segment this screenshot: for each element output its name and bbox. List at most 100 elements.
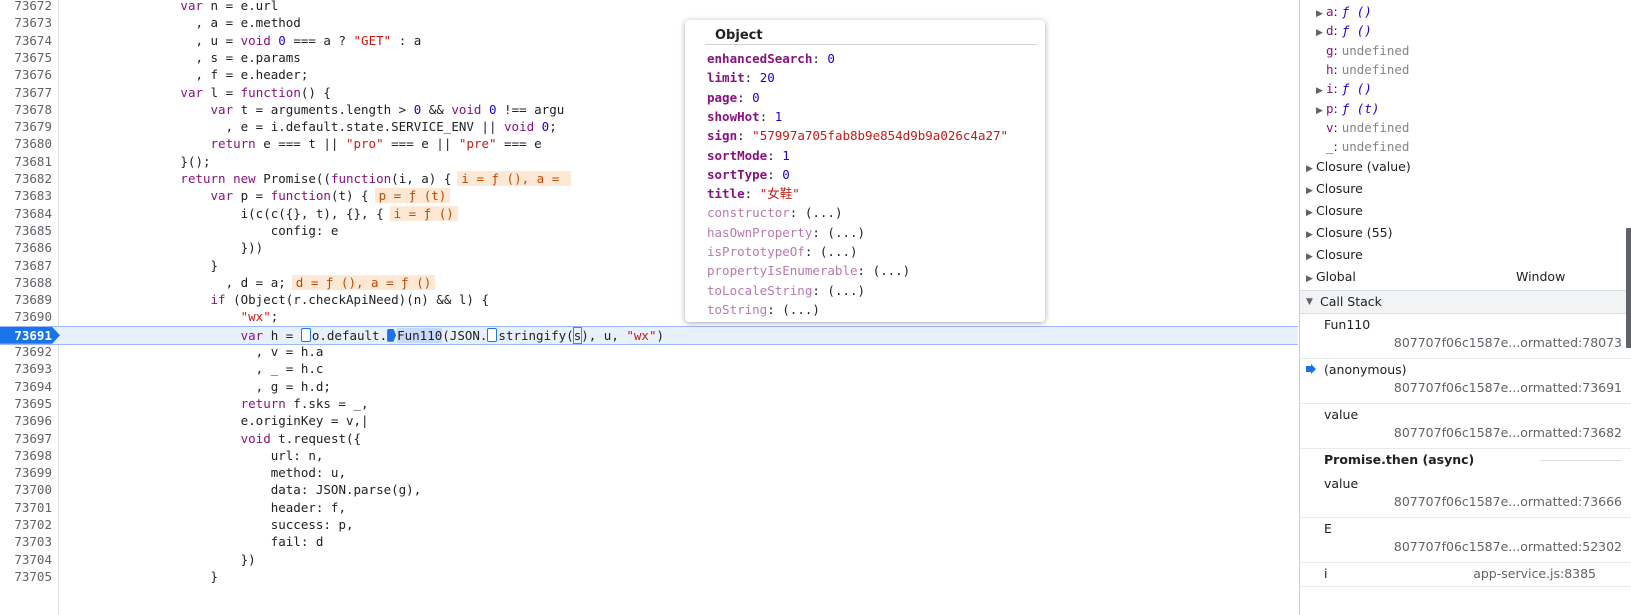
closure-scope[interactable]: ▶ Closure bbox=[1306, 179, 1363, 198]
line-number[interactable]: 73690 bbox=[0, 308, 52, 325]
code-line[interactable]: 73690 "wx"; bbox=[0, 308, 1298, 325]
line-number[interactable]: 73674 bbox=[0, 32, 52, 49]
popover-property[interactable]: page: 0 bbox=[707, 88, 760, 107]
closure-scope[interactable]: ▶ Closure (value) bbox=[1306, 157, 1411, 176]
code-line[interactable]: 73681 }(); bbox=[0, 153, 1298, 170]
closure-scope[interactable]: ▶ Closure bbox=[1306, 201, 1363, 220]
expand-triangle-icon[interactable]: ▶ bbox=[1306, 270, 1316, 289]
line-number[interactable]: 73691 bbox=[0, 327, 52, 344]
line-number[interactable]: 73687 bbox=[0, 257, 52, 274]
popover-property[interactable]: sortType: 0 bbox=[707, 165, 790, 184]
code-line[interactable]: 73680 return e === t || "pro" === e || "… bbox=[0, 135, 1298, 152]
global-scope[interactable]: ▶ Global Window bbox=[1306, 267, 1626, 286]
code-line[interactable]: 73694 , g = h.d; bbox=[0, 378, 1298, 395]
code-line[interactable]: 73702 success: p, bbox=[0, 516, 1298, 533]
expand-triangle-icon[interactable]: ▶ bbox=[1306, 248, 1316, 267]
scope-variable[interactable]: v: undefined bbox=[1316, 118, 1409, 137]
code-line[interactable]: 73697 void t.request({ bbox=[0, 430, 1298, 447]
expand-triangle-icon[interactable]: ▶ bbox=[1306, 226, 1316, 245]
line-number[interactable]: 73699 bbox=[0, 464, 52, 481]
frame-location-link[interactable]: 807707f06c1587e...ormatted:78073 bbox=[1394, 335, 1622, 350]
popover-property[interactable]: sign: "57997a705fab8b9e854d9b9a026c4a27" bbox=[707, 126, 1008, 145]
popover-property[interactable]: limit: 20 bbox=[707, 68, 775, 87]
code-line[interactable]: 73701 header: f, bbox=[0, 499, 1298, 516]
line-number[interactable]: 73681 bbox=[0, 153, 52, 170]
call-stack-header[interactable]: ▼ Call Stack bbox=[1300, 290, 1631, 314]
line-number[interactable]: 73680 bbox=[0, 135, 52, 152]
call-stack-frame[interactable]: E 807707f06c1587e...ormatted:52302 bbox=[1300, 517, 1631, 563]
line-number[interactable]: 73696 bbox=[0, 412, 52, 429]
call-stack-frame[interactable]: Fun110 807707f06c1587e...ormatted:78073 bbox=[1300, 313, 1631, 359]
source-editor[interactable]: 73672 var n = e.url 73673 , a = e.method 7… bbox=[0, 0, 1298, 615]
code-line[interactable]: 73678 var t = arguments.length > 0 && vo… bbox=[0, 101, 1298, 118]
code-line[interactable]: 73699 method: u, bbox=[0, 464, 1298, 481]
line-number[interactable]: 73683 bbox=[0, 187, 52, 204]
popover-property[interactable]: toLocaleString: (...) bbox=[707, 281, 865, 300]
code-line[interactable]: 73688 , d = a; d = ƒ (), a = ƒ () bbox=[0, 274, 1298, 291]
scope-variable[interactable]: g: undefined bbox=[1316, 41, 1409, 60]
scope-variable[interactable]: ▶ d: ƒ () bbox=[1316, 21, 1372, 40]
line-number[interactable]: 73689 bbox=[0, 291, 52, 308]
line-number[interactable]: 73697 bbox=[0, 430, 52, 447]
frame-location-link[interactable]: 807707f06c1587e...ormatted:52302 bbox=[1394, 539, 1622, 554]
line-number[interactable]: 73703 bbox=[0, 533, 52, 550]
popover-property[interactable]: toString: (...) bbox=[707, 300, 820, 319]
call-stack-frame[interactable]: value 807707f06c1587e...ormatted:73682 bbox=[1300, 403, 1631, 449]
popover-property[interactable]: showHot: 1 bbox=[707, 107, 782, 126]
code-line[interactable]: 73703 fail: d bbox=[0, 533, 1298, 550]
line-number[interactable]: 73698 bbox=[0, 447, 52, 464]
popover-property[interactable]: propertyIsEnumerable: (...) bbox=[707, 261, 910, 280]
call-stack-frame[interactable]: (anonymous) 807707f06c1587e...ormatted:73… bbox=[1300, 358, 1631, 404]
code-line[interactable]: 73689 if (Object(r.checkApiNeed)(n) && l… bbox=[0, 291, 1298, 308]
closure-scope[interactable]: ▶ Closure (55) bbox=[1306, 223, 1392, 242]
popover-property[interactable]: hasOwnProperty: (...) bbox=[707, 223, 865, 242]
closure-scope[interactable]: ▶ Closure bbox=[1306, 245, 1363, 264]
line-number[interactable]: 73693 bbox=[0, 360, 52, 377]
line-number[interactable]: 73695 bbox=[0, 395, 52, 412]
line-number[interactable]: 73704 bbox=[0, 551, 52, 568]
line-number[interactable]: 73688 bbox=[0, 274, 52, 291]
popover-property[interactable]: title: "女鞋" bbox=[707, 184, 800, 203]
line-number[interactable]: 73685 bbox=[0, 222, 52, 239]
code-line[interactable]: 73685 config: e bbox=[0, 222, 1298, 239]
frame-location-link[interactable]: 807707f06c1587e...ormatted:73691 bbox=[1394, 380, 1622, 395]
frame-location-link[interactable]: app-service.js:8385 bbox=[1473, 566, 1596, 581]
code-line[interactable]: 73700 data: JSON.parse(g), bbox=[0, 481, 1298, 498]
call-stack-frame[interactable]: i app-service.js:8385 bbox=[1300, 562, 1631, 587]
code-line[interactable]: 73692 , v = h.a bbox=[0, 343, 1298, 360]
popover-property[interactable]: enhancedSearch: 0 bbox=[707, 49, 835, 68]
line-number[interactable]: 73686 bbox=[0, 239, 52, 256]
code-line[interactable]: 73693 , _ = h.c bbox=[0, 360, 1298, 377]
frame-location-link[interactable]: 807707f06c1587e...ormatted:73666 bbox=[1394, 494, 1622, 509]
code-line[interactable]: 73686 })) bbox=[0, 239, 1298, 256]
line-number[interactable]: 73672 bbox=[0, 0, 52, 14]
line-number[interactable]: 73679 bbox=[0, 118, 52, 135]
line-number[interactable]: 73705 bbox=[0, 568, 52, 585]
line-number[interactable]: 73684 bbox=[0, 205, 52, 222]
scope-variable[interactable]: ▶ i: ƒ () bbox=[1316, 79, 1372, 98]
line-number[interactable]: 73692 bbox=[0, 343, 52, 360]
code-line[interactable]: 73677 var l = function() { bbox=[0, 84, 1298, 101]
scope-variable[interactable]: ▶ p: ƒ (t) bbox=[1316, 99, 1379, 118]
line-number[interactable]: 73694 bbox=[0, 378, 52, 395]
code-line[interactable]: 73684 i(c(c({}, t), {}, {i = ƒ () bbox=[0, 205, 1298, 222]
code-line[interactable]: 73679 , e = i.default.state.SERVICE_ENV … bbox=[0, 118, 1298, 135]
code-line[interactable]: 73673 , a = e.method bbox=[0, 14, 1298, 31]
line-number[interactable]: 73700 bbox=[0, 481, 52, 498]
scope-variable[interactable]: ▶ a: ƒ () bbox=[1316, 2, 1372, 21]
expand-triangle-icon[interactable]: ▶ bbox=[1306, 204, 1316, 223]
line-number[interactable]: 73702 bbox=[0, 516, 52, 533]
popover-property[interactable]: constructor: (...) bbox=[707, 203, 843, 222]
code-line[interactable]: 73676 , f = e.header; bbox=[0, 66, 1298, 83]
code-line[interactable]: 73704 }) bbox=[0, 551, 1298, 568]
code-line[interactable]: 73672 var n = e.url bbox=[0, 0, 1298, 14]
code-line[interactable]: 73683 var p = function(t) {p = ƒ (t) bbox=[0, 187, 1298, 204]
expand-triangle-icon[interactable]: ▶ bbox=[1306, 182, 1316, 201]
scope-variable[interactable]: h: undefined bbox=[1316, 60, 1409, 79]
popover-property[interactable]: isPrototypeOf: (...) bbox=[707, 242, 858, 261]
code-line[interactable]: 73674 , u = void 0 === a ? "GET" : a bbox=[0, 32, 1298, 49]
line-number[interactable]: 73701 bbox=[0, 499, 52, 516]
line-number[interactable]: 73678 bbox=[0, 101, 52, 118]
sidebar-scrollbar[interactable] bbox=[1626, 228, 1631, 348]
code-line[interactable]: 73675 , s = e.params bbox=[0, 49, 1298, 66]
